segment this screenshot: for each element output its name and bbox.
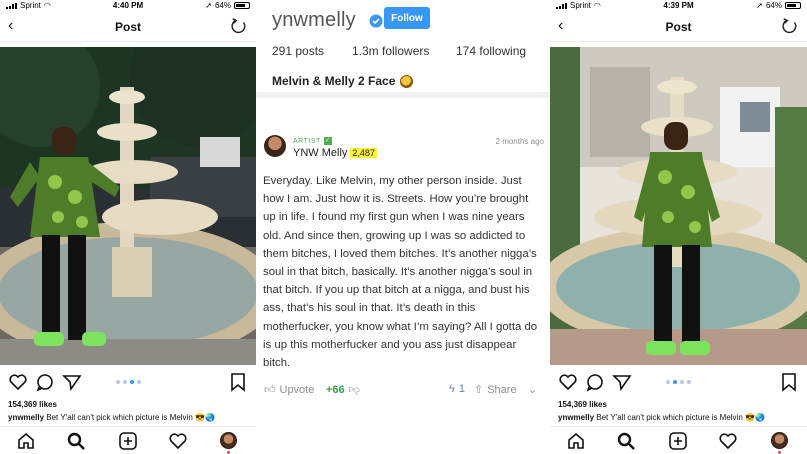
activity-heart-icon[interactable]	[718, 431, 738, 451]
caption-username[interactable]: ynwmelly	[8, 413, 44, 422]
post-actions	[550, 372, 807, 394]
author-avatar[interactable]	[264, 135, 286, 157]
post-title: Post	[114, 20, 141, 34]
share-label: Share	[487, 383, 517, 396]
caption-text: Bet Y'all can't pick which picture is Me…	[46, 413, 193, 422]
globe-emoji-icon: 🌏	[754, 413, 765, 422]
bookmark-icon[interactable]	[779, 372, 799, 392]
caption-username[interactable]: ynwmelly	[558, 413, 594, 422]
profile-handle: ynwmelly	[272, 9, 356, 31]
post-caption: ynwmelly Bet Y'all can't pick which pict…	[8, 413, 252, 422]
profile-stats: 291 posts 1.3m followers 174 following	[272, 44, 542, 58]
post-photo	[0, 47, 256, 365]
search-icon[interactable]	[66, 431, 86, 451]
share-icon: ⇧	[474, 384, 484, 396]
carousel-dots	[0, 380, 256, 384]
post-header: ‹ Post	[550, 12, 807, 42]
add-icon[interactable]	[118, 431, 138, 451]
thumbs-up-icon: 👍︎	[264, 384, 276, 396]
profile-avatar[interactable]	[771, 432, 788, 449]
left-instagram-post: Sprint ◠ 4:40 PM ➚ 64% ‹ Post 154,369 li…	[0, 0, 256, 454]
search-icon[interactable]	[616, 431, 636, 451]
vote-count: +66	[326, 383, 345, 396]
emoji-icon	[400, 74, 414, 88]
activity-heart-icon[interactable]	[168, 431, 188, 451]
followers-count[interactable]: 1.3m followers	[352, 44, 456, 58]
location-icon: ➚	[205, 1, 212, 10]
more-chevron-icon[interactable]: ⌄	[528, 383, 537, 396]
battery-icon	[234, 2, 250, 9]
middle-profile-and-quote: ynwmelly Follow 291 posts 1.3m followers…	[256, 0, 550, 454]
likes-count[interactable]: 154,369 likes	[558, 400, 607, 409]
author-row: YNW Melly 2,487	[293, 147, 377, 159]
carousel-dots	[550, 380, 807, 384]
profile-bio: Melvin & Melly 2 Face	[272, 74, 414, 88]
genius-answer-card: ARTIST ✓ YNW Melly 2,487 2 months ago Ev…	[256, 104, 550, 454]
thumbs-down-icon[interactable]: 👎︎	[349, 383, 360, 396]
iq-badge: 2,487	[350, 148, 377, 158]
post-title: Post	[665, 20, 692, 34]
profile-header: ynwmelly Follow 291 posts 1.3m followers…	[256, 0, 550, 98]
bookmark-icon[interactable]	[228, 372, 248, 392]
post-caption: ynwmelly Bet Y'all can't pick which pict…	[558, 413, 803, 422]
share-button[interactable]: ⇧ Share	[474, 383, 517, 397]
following-count[interactable]: 174 following	[456, 44, 526, 58]
upvote-label: Upvote	[279, 383, 315, 396]
answer-text: Everyday. Like Melvin, my other person i…	[263, 175, 538, 370]
artist-badge-label: ARTIST	[293, 137, 321, 145]
profile-avatar[interactable]	[220, 432, 237, 449]
answer-timestamp: 2 months ago	[495, 137, 544, 146]
smirk-emoji-icon: 😎	[745, 413, 755, 422]
right-instagram-post: Sprint ◠ 4:39 PM ➚ 64% ‹ Post 154,369 li…	[550, 0, 807, 454]
refresh-icon[interactable]	[781, 17, 799, 35]
add-icon[interactable]	[668, 431, 688, 451]
post-header: ‹ Post	[0, 12, 256, 42]
status-bar: Sprint ◠ 4:40 PM ➚ 64%	[0, 0, 256, 12]
hot-count: 1	[458, 383, 465, 395]
tab-bar	[0, 426, 256, 454]
post-photo	[550, 47, 807, 365]
battery-icon	[785, 2, 801, 9]
bio-text: Melvin & Melly 2 Face	[272, 74, 396, 88]
status-bar: Sprint ◠ 4:39 PM ➚ 64%	[550, 0, 807, 12]
home-icon[interactable]	[16, 431, 36, 451]
battery-percent: 64%	[765, 1, 782, 10]
battery-percent: 64%	[214, 1, 231, 10]
smirk-emoji-icon: 😎	[195, 413, 205, 422]
artist-badge: ARTIST ✓	[293, 137, 332, 145]
author-name[interactable]: YNW Melly	[293, 147, 347, 159]
home-icon[interactable]	[566, 431, 586, 451]
location-icon: ➚	[756, 1, 763, 10]
verified-badge-icon	[369, 14, 383, 28]
flame-icon: ϟ	[449, 383, 455, 395]
upvote-button[interactable]: 👍︎ Upvote	[264, 383, 315, 397]
caption-text: Bet Y'all can't pick which picture is Me…	[596, 413, 743, 422]
post-actions	[0, 372, 256, 394]
vote-bar: 👍︎ Upvote +66 👎︎ ϟ 1 ⇧ Share ⌄	[264, 383, 544, 399]
refresh-icon[interactable]	[230, 17, 248, 35]
posts-count[interactable]: 291 posts	[272, 44, 352, 58]
check-icon: ✓	[323, 137, 332, 145]
tab-bar	[550, 426, 807, 454]
globe-emoji-icon: 🌏	[204, 413, 215, 422]
follow-button[interactable]: Follow	[384, 7, 430, 29]
likes-count[interactable]: 154,369 likes	[8, 400, 57, 409]
